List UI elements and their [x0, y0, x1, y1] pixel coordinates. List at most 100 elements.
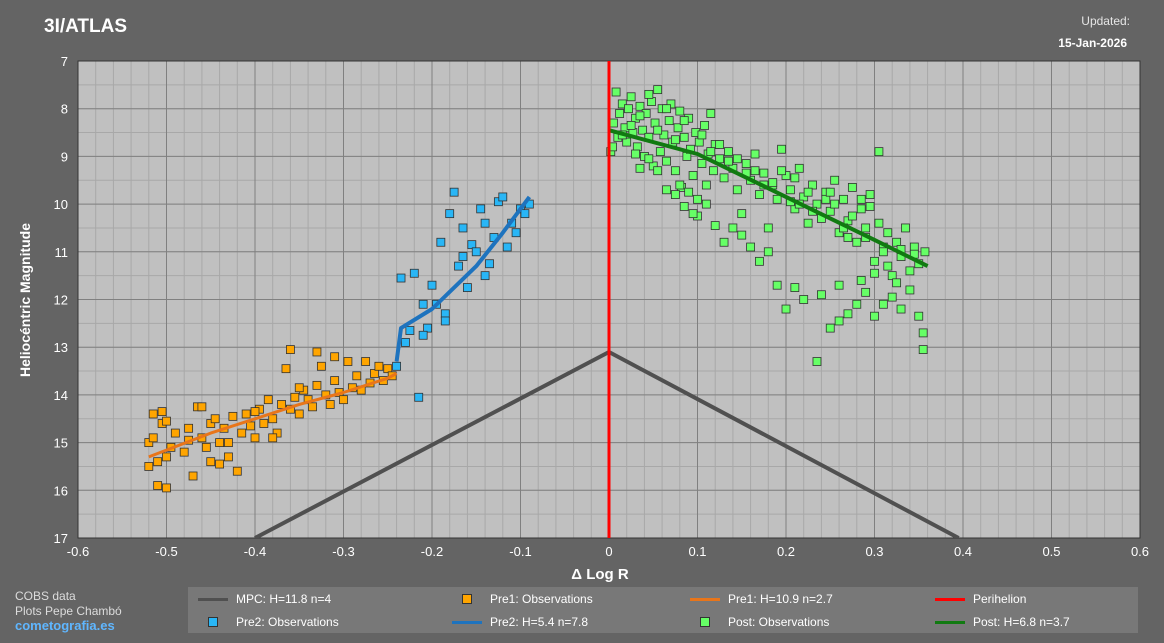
- data-point: [781, 304, 791, 314]
- data-point: [197, 402, 207, 412]
- data-point: [905, 285, 915, 295]
- data-point: [825, 323, 835, 333]
- data-point: [148, 409, 158, 419]
- data-point: [737, 209, 747, 219]
- legend-item-pre2-obs: Pre2: Observations: [196, 613, 339, 631]
- data-point: [626, 120, 636, 130]
- legend-item-pre1-obs: Pre1: Observations: [450, 590, 593, 608]
- data-point: [664, 116, 674, 126]
- x-tick-label: 0.2: [777, 544, 795, 559]
- data-point: [670, 190, 680, 199]
- data-point: [631, 149, 640, 159]
- chart-window: 3I/ATLAS Updated: 15-Jan-2026 -0.6 -0.5 -0…: [0, 0, 1164, 643]
- credit-author: Plots Pepe Chambó: [15, 604, 122, 618]
- data-point: [763, 223, 773, 233]
- data-point: [458, 223, 468, 233]
- data-point: [330, 376, 340, 385]
- data-point: [250, 407, 260, 416]
- data-point: [330, 352, 340, 362]
- legend-label: Pre1: Observations: [490, 592, 593, 606]
- data-point: [476, 204, 486, 214]
- data-point: [644, 89, 654, 99]
- legend-swatch: [198, 598, 228, 601]
- legend-item-post-obs: Post: Observations: [688, 613, 829, 631]
- y-tick-label: 7: [61, 54, 68, 69]
- data-point: [679, 132, 689, 142]
- data-point: [635, 111, 645, 121]
- data-point: [352, 371, 362, 381]
- data-point: [728, 223, 738, 233]
- data-point: [624, 104, 633, 114]
- data-point: [834, 316, 844, 326]
- data-point: [615, 109, 625, 118]
- data-point: [162, 483, 171, 493]
- legend-swatch: [935, 598, 965, 601]
- x-tick-label: 0.3: [865, 544, 883, 559]
- legend-swatch: [208, 617, 218, 627]
- data-point: [878, 247, 888, 257]
- data-point: [263, 395, 273, 405]
- data-point: [861, 223, 871, 233]
- data-point: [724, 147, 733, 157]
- legend-swatch: [690, 598, 720, 601]
- data-point: [246, 421, 255, 431]
- y-tick-label: 11: [55, 245, 69, 260]
- y-tick-label: 17: [54, 531, 68, 546]
- data-point: [520, 209, 530, 219]
- data-point: [480, 218, 490, 228]
- data-point: [670, 166, 680, 176]
- data-point: [750, 166, 760, 176]
- data-point: [688, 171, 698, 180]
- data-point: [874, 218, 884, 228]
- x-tick-label: -0.6: [67, 544, 89, 559]
- legend-symbol: [196, 590, 230, 608]
- data-point: [210, 414, 220, 424]
- data-point: [662, 104, 671, 114]
- data-point: [830, 199, 840, 209]
- data-point: [662, 156, 671, 166]
- data-point: [772, 280, 782, 290]
- data-point: [790, 283, 800, 292]
- data-point: [436, 237, 446, 247]
- legend-symbol: [450, 613, 484, 631]
- legend-item-pre1-fit: Pre1: H=10.9 n=2.7: [688, 590, 833, 608]
- data-point: [697, 130, 707, 140]
- data-point: [675, 106, 685, 116]
- data-point: [825, 187, 835, 197]
- data-point: [870, 311, 879, 321]
- data-point: [502, 242, 512, 252]
- data-point: [750, 149, 760, 159]
- y-tick-label: 8: [61, 102, 68, 117]
- data-point: [339, 395, 348, 405]
- data-point: [232, 466, 242, 476]
- data-point: [693, 194, 702, 204]
- data-point: [215, 459, 225, 469]
- x-tick-label: 0.4: [954, 544, 972, 559]
- legend-symbol: [450, 590, 484, 608]
- data-point: [485, 259, 494, 269]
- data-point: [498, 192, 508, 202]
- data-point: [794, 163, 804, 173]
- data-point: [817, 290, 826, 300]
- credit-link[interactable]: cometografia.es: [15, 618, 115, 633]
- data-point: [746, 242, 755, 252]
- data-point: [409, 268, 419, 278]
- x-tick-label: 0.1: [688, 544, 706, 559]
- data-point: [920, 247, 930, 257]
- x-axis-label: Δ Log R: [571, 566, 629, 583]
- legend-symbol: [688, 613, 722, 631]
- y-tick-label: 12: [54, 293, 68, 308]
- data-point: [179, 447, 189, 457]
- legend-symbol: [933, 590, 967, 608]
- data-point: [427, 280, 437, 290]
- data-point: [892, 278, 902, 288]
- data-point: [901, 223, 910, 233]
- data-point: [847, 183, 857, 192]
- data-point: [852, 237, 862, 247]
- legend-swatch: [462, 594, 472, 604]
- data-point: [449, 187, 459, 197]
- data-point: [405, 326, 415, 335]
- data-point: [847, 211, 857, 221]
- data-point: [162, 416, 171, 426]
- data-point: [679, 202, 689, 211]
